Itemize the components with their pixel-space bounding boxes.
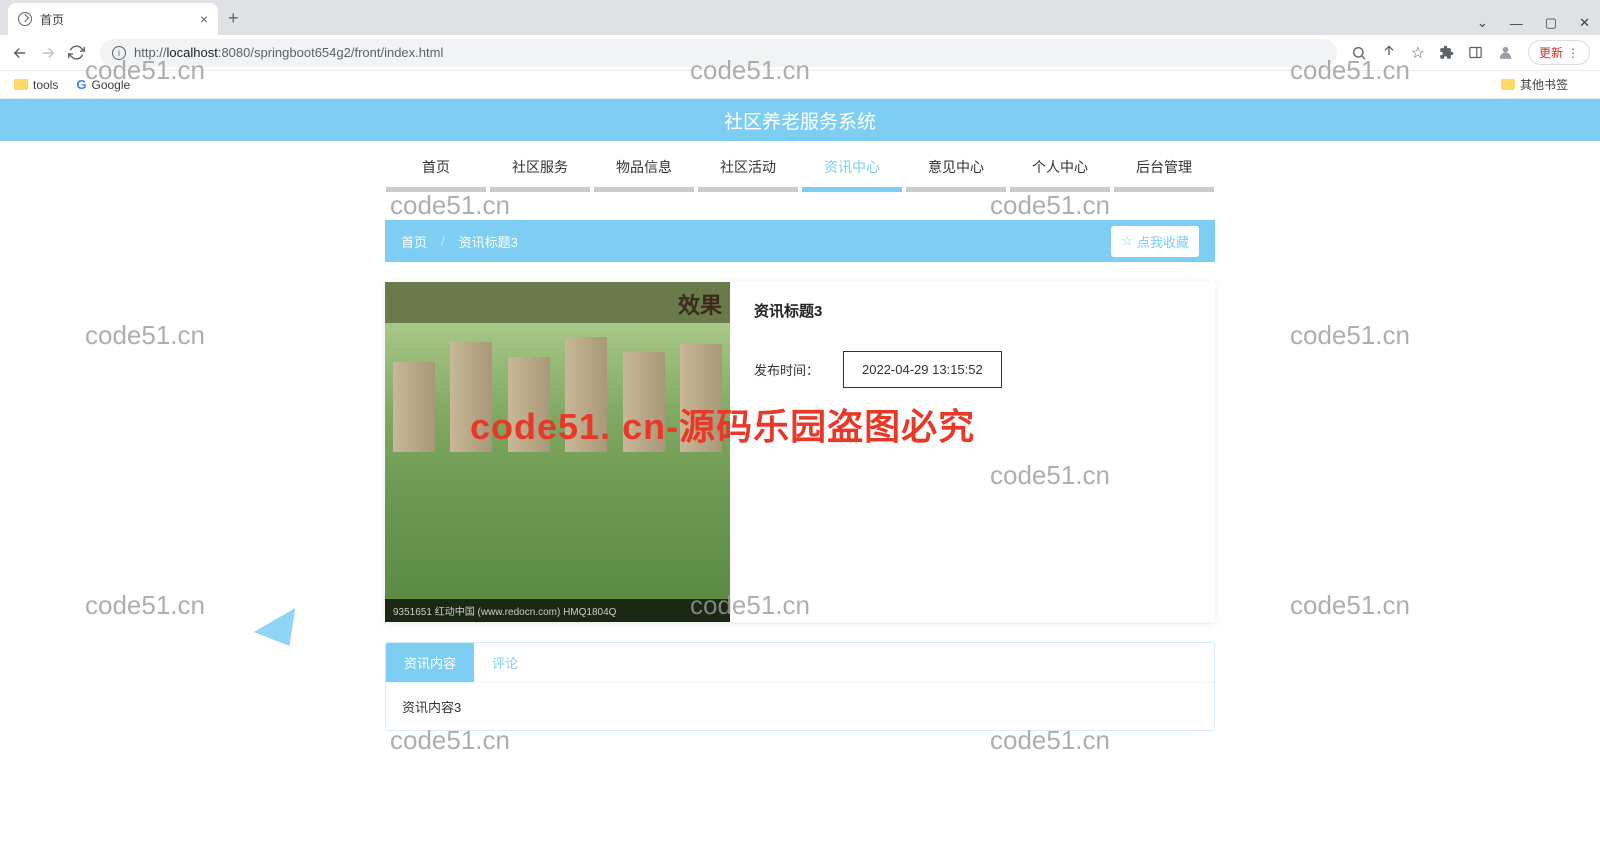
article-image: 9351651 红动中国 (www.redocn.com) HMQ1804Q — [385, 282, 730, 622]
image-credit: 9351651 红动中国 (www.redocn.com) HMQ1804Q — [385, 599, 730, 622]
breadcrumb-home[interactable]: 首页 — [401, 232, 427, 251]
address-bar: i http://localhost:8080/springboot654g2/… — [0, 35, 1600, 71]
tab-comment[interactable]: 评论 — [474, 643, 536, 682]
bookmark-tools[interactable]: tools — [14, 78, 58, 92]
watermark: code51.cn — [1290, 590, 1410, 621]
maximize-icon[interactable]: ▢ — [1545, 15, 1557, 31]
breadcrumb-separator: / — [441, 234, 445, 249]
nav-home[interactable]: 首页 — [386, 157, 486, 192]
watermark: code51.cn — [85, 320, 205, 351]
nav-admin[interactable]: 后台管理 — [1114, 157, 1214, 192]
site-title: 社区养老服务系统 — [724, 107, 876, 134]
globe-icon — [18, 12, 32, 26]
folder-icon — [14, 79, 28, 90]
publish-time: 2022-04-29 13:15:52 — [843, 351, 1002, 388]
content-area: 首页 / 资讯标题3 ☆ 点我收藏 9351651 红动中国 (www.redo… — [385, 220, 1215, 731]
close-window-icon[interactable]: ✕ — [1579, 15, 1590, 31]
star-icon: ☆ — [1121, 233, 1133, 249]
nav-goods[interactable]: 物品信息 — [594, 157, 694, 192]
cursor-icon — [254, 608, 311, 658]
url-input[interactable]: i http://localhost:8080/springboot654g2/… — [100, 39, 1337, 67]
tab-header: 资讯内容 评论 — [386, 643, 1214, 682]
watermark: code51.cn — [85, 590, 205, 621]
favorite-label: 点我收藏 — [1137, 232, 1189, 251]
browser-tabstrip: 首页 × + ⌄ — ▢ ✕ — [0, 0, 1600, 35]
nav-activity[interactable]: 社区活动 — [698, 157, 798, 192]
info-icon[interactable]: i — [112, 46, 126, 60]
share-icon[interactable] — [1381, 45, 1397, 61]
article-info: 资讯标题3 发布时间： 2022-04-29 13:15:52 — [730, 282, 1215, 622]
extensions-icon[interactable] — [1439, 45, 1454, 60]
tab-content[interactable]: 资讯内容 — [386, 643, 474, 682]
site-header: 社区养老服务系统 — [0, 99, 1600, 141]
toolbar-right: ☆ 更新⋮ — [1351, 40, 1590, 65]
search-icon[interactable] — [1351, 45, 1367, 61]
forward-button[interactable] — [38, 43, 58, 63]
watermark: code51.cn — [390, 190, 510, 221]
favorite-button[interactable]: ☆ 点我收藏 — [1111, 226, 1199, 257]
star-icon[interactable]: ☆ — [1411, 43, 1425, 63]
nav-service[interactable]: 社区服务 — [490, 157, 590, 192]
profile-icon[interactable] — [1497, 44, 1514, 61]
window-controls: ⌄ — ▢ ✕ — [1477, 15, 1600, 35]
sidepanel-icon[interactable] — [1468, 45, 1483, 60]
watermark: code51.cn — [1290, 320, 1410, 351]
update-button[interactable]: 更新⋮ — [1528, 40, 1590, 65]
reload-button[interactable] — [66, 43, 86, 63]
bookmarks-bar: tools GGoogle 其他书签 — [0, 71, 1600, 99]
tab-title: 首页 — [40, 11, 64, 28]
nav-news[interactable]: 资讯中心 — [802, 157, 902, 192]
chevron-down-icon[interactable]: ⌄ — [1477, 15, 1488, 31]
content-tabs: 资讯内容 评论 资讯内容3 — [385, 642, 1215, 731]
breadcrumb: 首页 / 资讯标题3 ☆ 点我收藏 — [385, 220, 1215, 262]
close-icon[interactable]: × — [200, 11, 208, 27]
new-tab-button[interactable]: + — [228, 8, 239, 35]
main-nav: 首页 社区服务 物品信息 社区活动 资讯中心 意见中心 个人中心 后台管理 — [0, 141, 1600, 192]
article-title: 资讯标题3 — [754, 300, 1191, 321]
publish-label: 发布时间： — [754, 360, 819, 379]
nav-feedback[interactable]: 意见中心 — [906, 157, 1006, 192]
publish-row: 发布时间： 2022-04-29 13:15:52 — [754, 351, 1191, 388]
bookmark-google[interactable]: GGoogle — [76, 77, 130, 92]
bookmark-other[interactable]: 其他书签 — [1501, 76, 1568, 93]
nav-personal[interactable]: 个人中心 — [1010, 157, 1110, 192]
tab-body: 资讯内容3 — [386, 682, 1214, 730]
url-text: http://localhost:8080/springboot654g2/fr… — [134, 45, 443, 60]
google-icon: G — [76, 77, 86, 92]
back-button[interactable] — [10, 43, 30, 63]
watermark: code51.cn — [990, 190, 1110, 221]
breadcrumb-current: 资讯标题3 — [459, 232, 518, 251]
article-detail: 9351651 红动中国 (www.redocn.com) HMQ1804Q 资… — [385, 282, 1215, 622]
folder-icon — [1501, 79, 1515, 90]
minimize-icon[interactable]: — — [1510, 16, 1523, 31]
browser-tab[interactable]: 首页 × — [8, 3, 218, 35]
